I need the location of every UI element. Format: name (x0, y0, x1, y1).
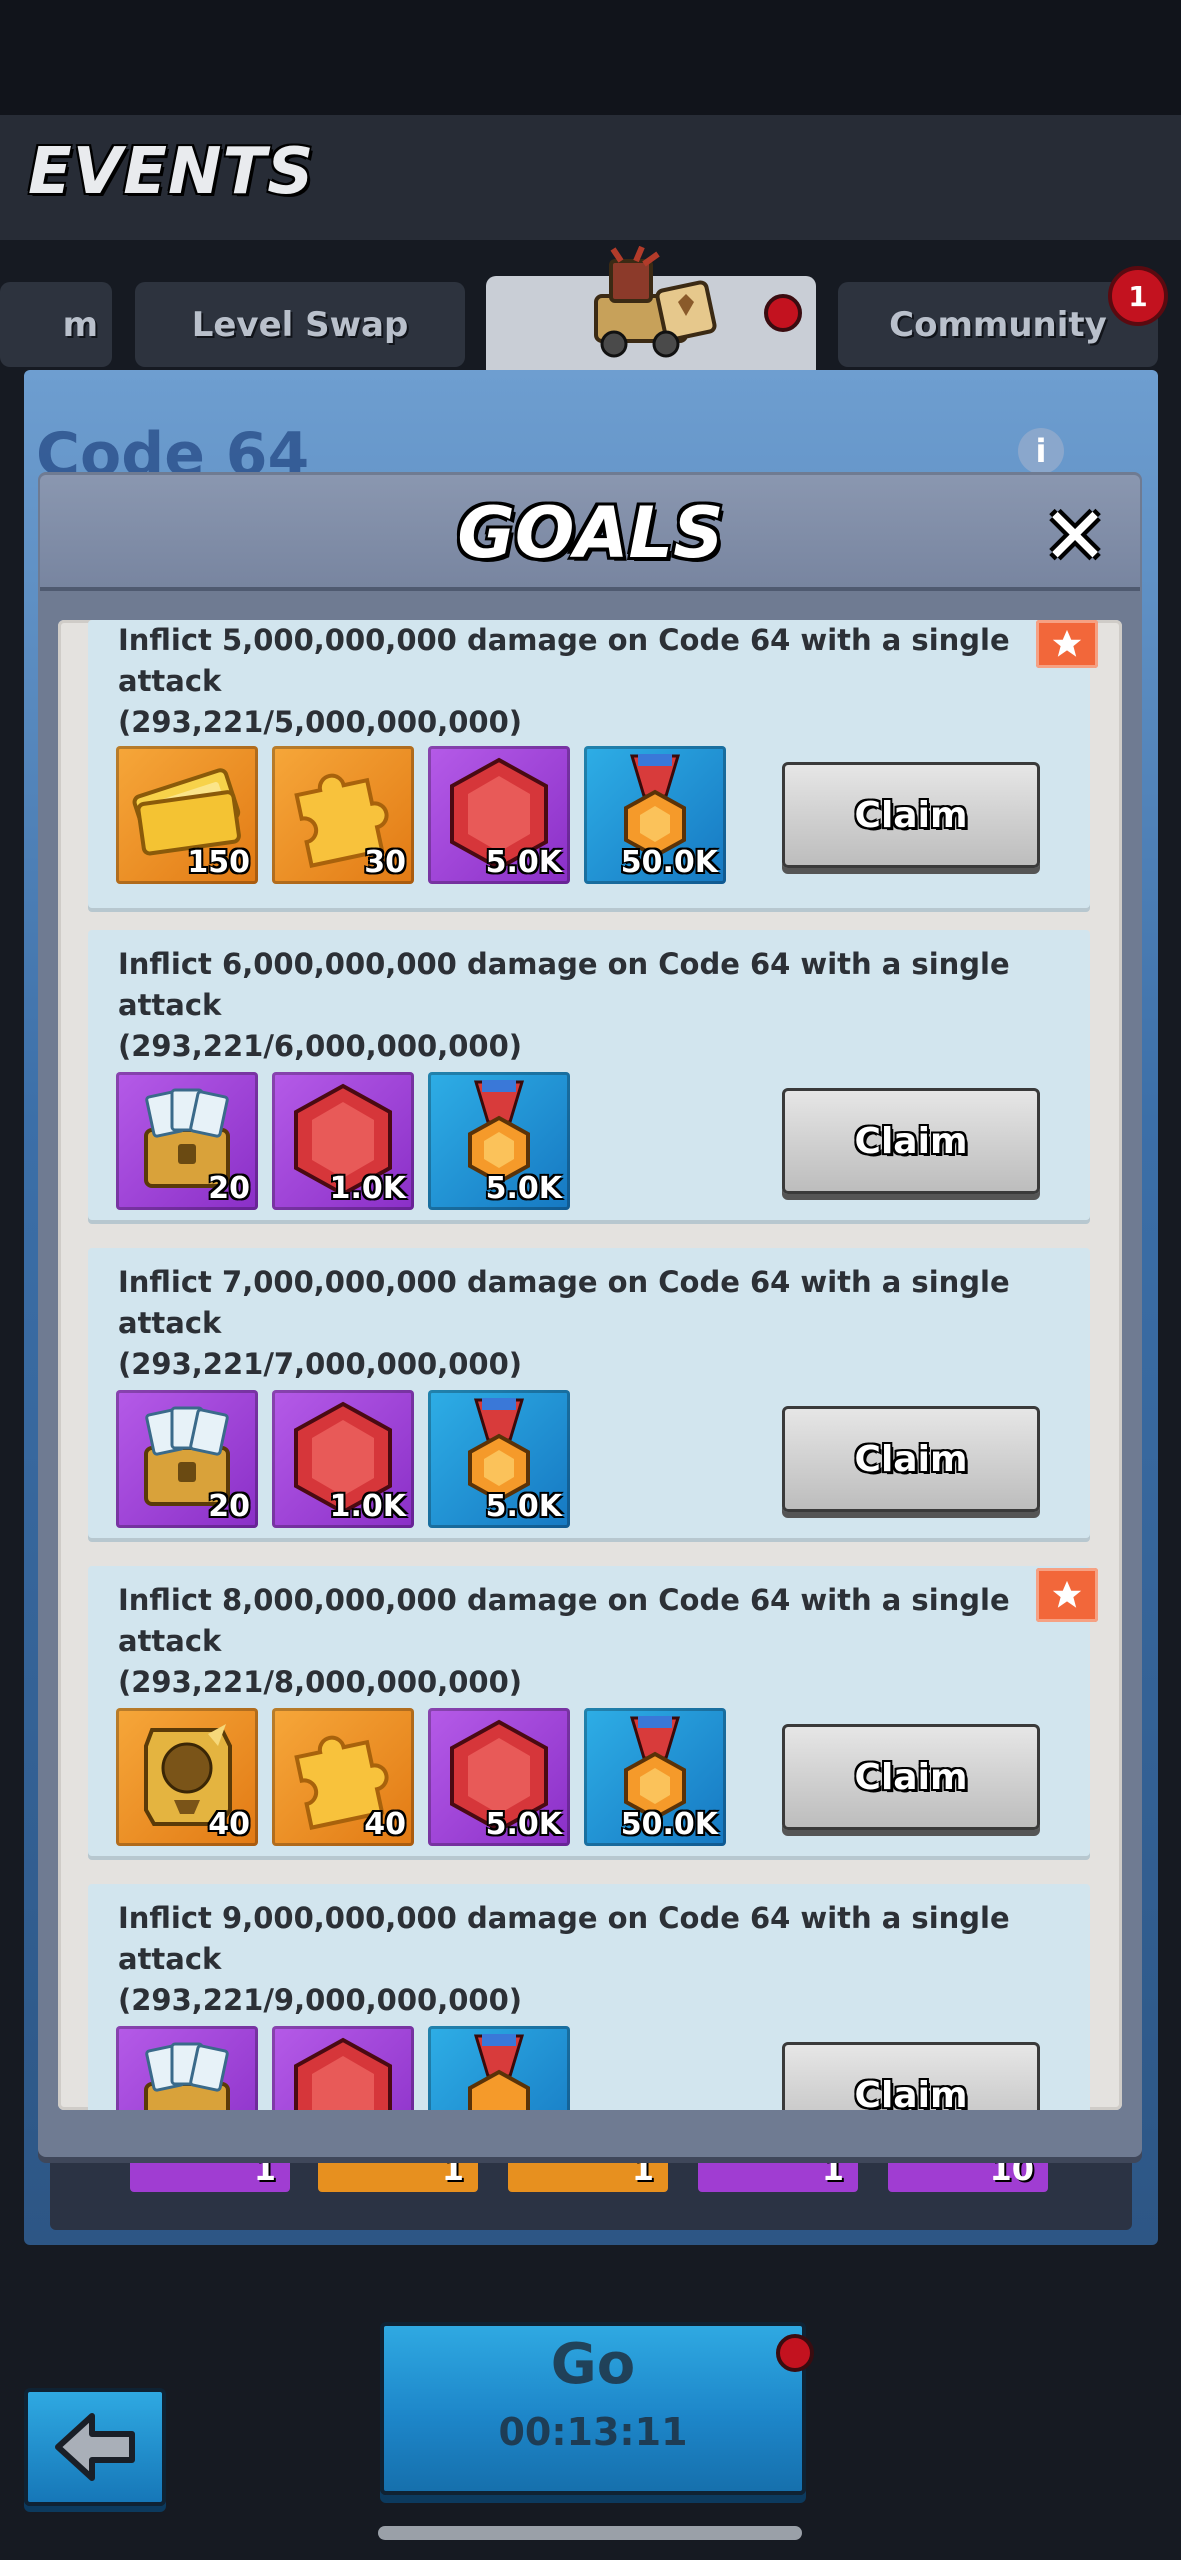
tab-code-64-event[interactable] (486, 246, 816, 381)
reward-amount: 40 (208, 1807, 250, 1842)
goal-card: Inflict 6,000,000,000 damage on Code 64 … (88, 930, 1090, 1220)
notification-badge: 1 (1108, 266, 1168, 326)
reward-amount: 150 (187, 845, 250, 880)
star-icon (1036, 1568, 1098, 1622)
reward-amount: 1.0K (329, 1489, 406, 1524)
goal-card: Inflict 5,000,000,000 damage on Code 64 … (88, 620, 1090, 908)
puzzle-piece-icon[interactable]: 30 (272, 746, 414, 884)
info-icon[interactable]: i (1018, 428, 1064, 474)
claim-button[interactable]: Claim (782, 2042, 1040, 2110)
claim-button[interactable]: Claim (782, 762, 1040, 868)
ruby-gem-icon[interactable]: 1.0K (272, 1072, 414, 1210)
claim-button[interactable]: Claim (782, 1088, 1040, 1194)
puzzle-piece-icon[interactable]: 40 (272, 1708, 414, 1846)
notification-dot (764, 294, 802, 332)
goal-description: Inflict 7,000,000,000 damage on Code 64 … (118, 1265, 1010, 1381)
modal-title: GOALS (457, 492, 724, 574)
reward-amount: 5.0K (485, 845, 562, 880)
card-chest-icon[interactable] (116, 2026, 258, 2110)
gold-token-icon[interactable]: 40 (116, 1708, 258, 1846)
tab-level-swap[interactable]: Level Swap (135, 282, 465, 367)
reward-amount: 5.0K (485, 1171, 562, 1206)
home-indicator[interactable] (378, 2526, 802, 2540)
medal-icon[interactable]: 5.0K (428, 1072, 570, 1210)
tab-label: Community (889, 304, 1107, 345)
tab-label: m (62, 304, 98, 345)
reward-amount: 5.0K (485, 1807, 562, 1842)
war-machine-icon (594, 246, 717, 358)
ruby-gem-icon[interactable] (272, 2026, 414, 2110)
claim-button[interactable]: Claim (782, 1724, 1040, 1830)
medal-icon[interactable]: 5.0K (428, 1390, 570, 1528)
reward-amount: 50.0K (620, 1807, 718, 1842)
reward-amount: 20 (208, 1489, 250, 1524)
notification-dot (776, 2334, 814, 2372)
claim-button[interactable]: Claim (782, 1406, 1040, 1512)
goal-description: Inflict 6,000,000,000 damage on Code 64 … (118, 947, 1010, 1063)
goal-card: Inflict 8,000,000,000 damage on Code 64 … (88, 1566, 1090, 1856)
reward-amount: 30 (364, 845, 406, 880)
reward-amount: 50.0K (620, 845, 718, 880)
go-timer: 00:13:11 (498, 2410, 688, 2454)
go-button-label: Go (550, 2332, 636, 2397)
reward-amount: 40 (364, 1807, 406, 1842)
medal-icon[interactable]: 50.0K (584, 746, 726, 884)
gold-ticket-icon[interactable]: 150 (116, 746, 258, 884)
back-arrow-icon (55, 2413, 135, 2481)
medal-icon[interactable] (428, 2026, 570, 2110)
goal-description: Inflict 5,000,000,000 damage on Code 64 … (118, 623, 1010, 739)
close-icon[interactable]: ✕ (1035, 497, 1115, 577)
card-chest-icon[interactable]: 20 (116, 1072, 258, 1210)
star-icon (1036, 620, 1098, 668)
goal-description: Inflict 9,000,000,000 damage on Code 64 … (118, 1901, 1010, 2017)
medal-icon[interactable]: 50.0K (584, 1708, 726, 1846)
reward-amount: 5.0K (485, 1489, 562, 1524)
tab-label: Level Swap (191, 304, 409, 345)
page-title: EVENTS (28, 135, 315, 209)
goals-list[interactable]: Inflict 5,000,000,000 damage on Code 64 … (58, 620, 1122, 2110)
reward-amount: 1.0K (329, 1171, 406, 1206)
ruby-gem-icon[interactable]: 5.0K (428, 746, 570, 884)
status-bar-area (0, 0, 1181, 115)
card-chest-icon[interactable]: 20 (116, 1390, 258, 1528)
back-button[interactable] (24, 2388, 166, 2506)
tab-previous[interactable]: m (0, 282, 112, 367)
ruby-gem-icon[interactable]: 5.0K (428, 1708, 570, 1846)
ruby-gem-icon[interactable]: 1.0K (272, 1390, 414, 1528)
goal-card: Inflict 7,000,000,000 damage on Code 64 … (88, 1248, 1090, 1538)
goal-description: Inflict 8,000,000,000 damage on Code 64 … (118, 1583, 1010, 1699)
goal-card: Inflict 9,000,000,000 damage on Code 64 … (88, 1884, 1090, 2110)
reward-amount: 20 (208, 1171, 250, 1206)
